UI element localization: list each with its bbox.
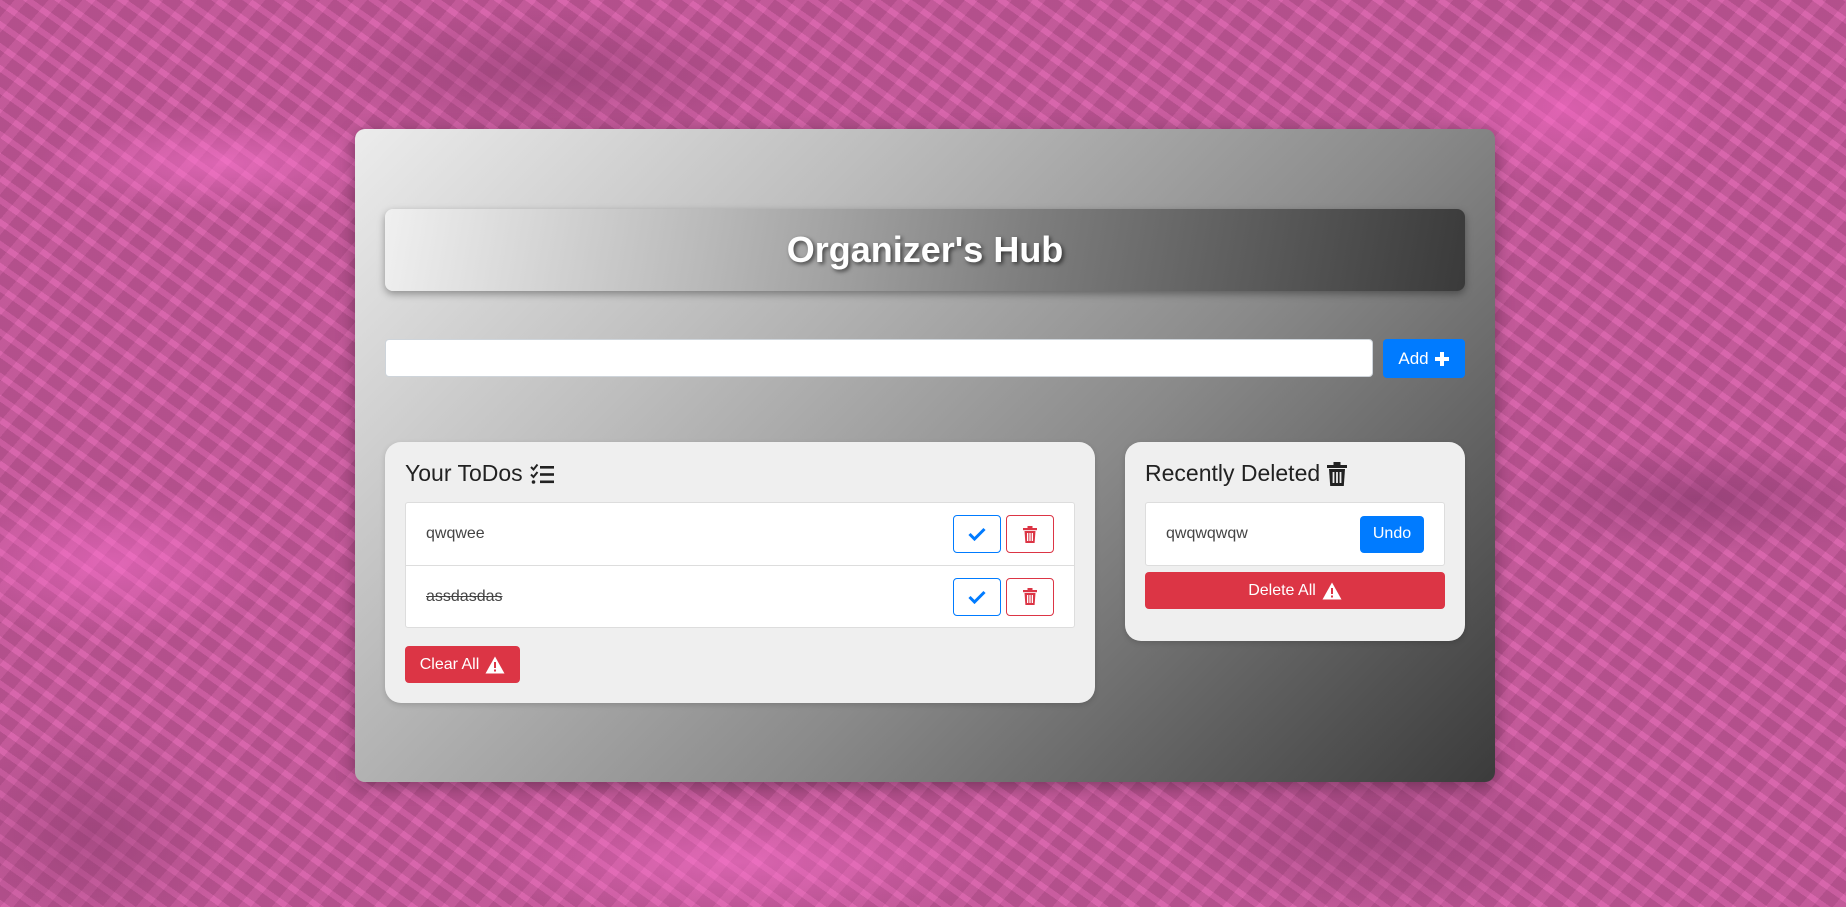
todos-title: Your ToDos — [405, 460, 523, 486]
trash-icon — [1023, 525, 1037, 543]
recently-deleted-heading: Recently Deleted — [1145, 460, 1348, 487]
complete-button[interactable] — [953, 577, 1001, 616]
clear-all-label: Clear All — [419, 655, 480, 673]
todos-card: Your ToDos qwqwee assdasdas Clear All — [385, 442, 1095, 703]
delete-button[interactable] — [1006, 577, 1054, 616]
checklist-icon — [529, 463, 554, 485]
warning-icon — [485, 656, 505, 674]
delete-all-button[interactable]: Delete All — [1145, 572, 1445, 609]
trash-icon — [1023, 588, 1037, 605]
clear-all-button[interactable]: Clear All — [405, 646, 520, 683]
undo-button[interactable]: Undo — [1360, 515, 1424, 553]
todo-item-actions — [953, 577, 1054, 616]
app-panel: Organizer's Hub Add Your ToDos qwqwee as… — [355, 129, 1495, 782]
todo-item: qwqwee — [406, 503, 1074, 565]
todo-item: assdasdas — [406, 565, 1074, 627]
delete-button[interactable] — [1006, 515, 1054, 553]
complete-button[interactable] — [953, 515, 1001, 553]
page-title: Organizer's Hub — [786, 229, 1064, 270]
recently-deleted-title: Recently Deleted — [1145, 460, 1321, 486]
todo-item-text: qwqwee — [426, 525, 485, 542]
check-icon — [968, 527, 986, 541]
deleted-item-text: qwqwqwqw — [1166, 525, 1248, 542]
trash-icon — [1327, 461, 1348, 486]
header-banner: Organizer's Hub — [385, 209, 1465, 291]
delete-all-label: Delete All — [1248, 581, 1316, 599]
recently-deleted-card: Recently Deleted qwqwqwqw Undo Delete Al… — [1125, 442, 1465, 641]
deleted-item: qwqwqwqw Undo — [1146, 503, 1444, 565]
todos-heading: Your ToDos — [405, 460, 554, 487]
todo-list: qwqwee assdasdas — [405, 502, 1075, 628]
check-icon — [968, 590, 986, 604]
add-button[interactable]: Add — [1383, 339, 1465, 378]
plus-icon — [1434, 351, 1450, 367]
deleted-list: qwqwqwqw Undo — [1145, 502, 1445, 566]
add-button-label: Add — [1398, 348, 1429, 368]
todo-item-actions — [953, 515, 1054, 553]
todo-input[interactable] — [385, 339, 1373, 377]
todo-item-text: assdasdas — [426, 587, 503, 605]
warning-icon — [1322, 582, 1342, 600]
